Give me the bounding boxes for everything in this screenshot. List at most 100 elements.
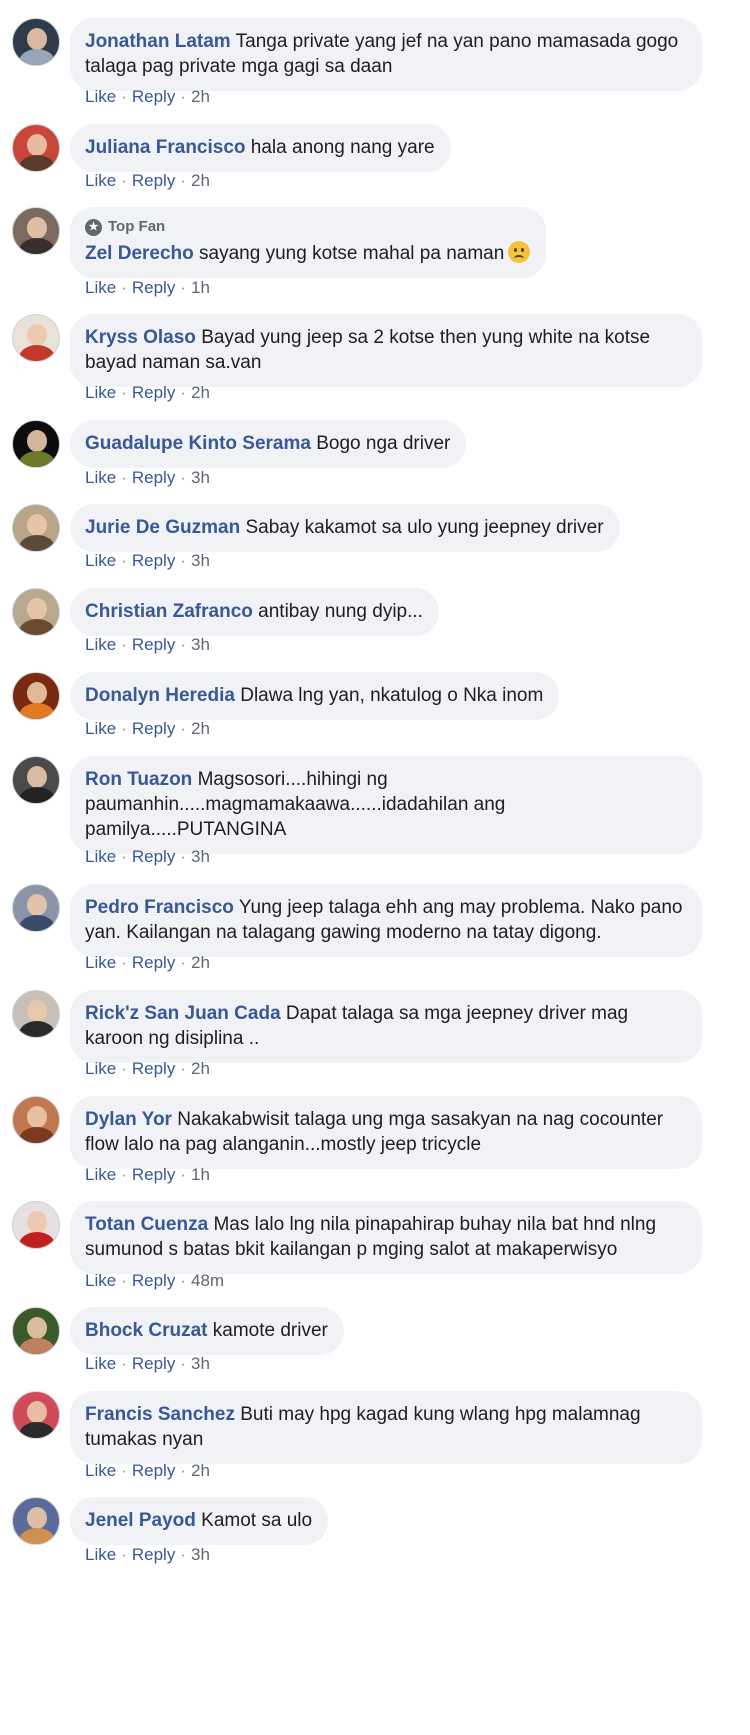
- like-button[interactable]: Like: [85, 1461, 116, 1480]
- avatar[interactable]: [12, 756, 60, 804]
- separator-dot: ·: [121, 1271, 127, 1290]
- comment-timestamp[interactable]: 2h: [191, 87, 210, 106]
- commenter-name[interactable]: Jonathan Latam: [85, 31, 231, 52]
- avatar-face: [27, 1401, 47, 1423]
- like-button[interactable]: Like: [85, 171, 116, 190]
- avatar[interactable]: [12, 124, 60, 172]
- commenter-name[interactable]: Rick'z San Juan Cada: [85, 1003, 281, 1024]
- comment-bubble: Guadalupe Kinto Serama Bogo nga driver: [70, 420, 467, 468]
- comment-timestamp[interactable]: 1h: [191, 1165, 210, 1184]
- reply-button[interactable]: Reply: [132, 1059, 175, 1078]
- like-button[interactable]: Like: [85, 1354, 116, 1373]
- separator-dot: ·: [180, 1271, 186, 1290]
- reply-button[interactable]: Reply: [132, 87, 175, 106]
- comment-actions: Like · Reply · 2h: [85, 1461, 210, 1481]
- commenter-name[interactable]: Ron Tuazon: [85, 769, 192, 790]
- comment-timestamp[interactable]: 2h: [191, 1461, 210, 1480]
- avatar[interactable]: [12, 1201, 60, 1249]
- avatar[interactable]: [12, 207, 60, 255]
- comment-timestamp[interactable]: 2h: [191, 1059, 210, 1078]
- like-button[interactable]: Like: [85, 87, 116, 106]
- star-icon: ★: [85, 218, 102, 236]
- commenter-name[interactable]: Christian Zafranco: [85, 601, 253, 622]
- reply-button[interactable]: Reply: [132, 1165, 175, 1184]
- reply-button[interactable]: Reply: [132, 278, 175, 297]
- comment-timestamp[interactable]: 1h: [191, 278, 210, 297]
- avatar[interactable]: [12, 1096, 60, 1144]
- avatar[interactable]: [12, 18, 60, 66]
- avatar[interactable]: [12, 588, 60, 636]
- commenter-name[interactable]: Jenel Payod: [85, 1510, 196, 1531]
- reply-button[interactable]: Reply: [132, 1354, 175, 1373]
- commenter-name[interactable]: Totan Cuenza: [85, 1214, 208, 1235]
- reply-button[interactable]: Reply: [132, 468, 175, 487]
- reply-button[interactable]: Reply: [132, 1545, 175, 1564]
- comment-timestamp[interactable]: 48m: [191, 1271, 224, 1290]
- commenter-name[interactable]: Juliana Francisco: [85, 137, 246, 158]
- reply-button[interactable]: Reply: [132, 953, 175, 972]
- top-fan-badge: ★ Top Fan: [85, 218, 530, 236]
- comment-timestamp[interactable]: 3h: [191, 1354, 210, 1373]
- reply-button[interactable]: Reply: [132, 383, 175, 402]
- avatar[interactable]: [12, 420, 60, 468]
- comment-actions: Like · Reply · 2h: [85, 171, 210, 191]
- reply-button[interactable]: Reply: [132, 847, 175, 866]
- avatar-body: [19, 49, 55, 65]
- commenter-name[interactable]: Guadalupe Kinto Serama: [85, 433, 311, 454]
- avatar[interactable]: [12, 672, 60, 720]
- comment-timestamp[interactable]: 2h: [191, 383, 210, 402]
- separator-dot: ·: [180, 551, 186, 570]
- comment-bubble: Kryss Olaso Bayad yung jeep sa 2 kotse t…: [70, 314, 702, 387]
- commenter-name[interactable]: Pedro Francisco: [85, 897, 234, 918]
- separator-dot: ·: [121, 953, 127, 972]
- like-button[interactable]: Like: [85, 1545, 116, 1564]
- reply-button[interactable]: Reply: [132, 719, 175, 738]
- commenter-name[interactable]: Donalyn Heredia: [85, 685, 235, 706]
- avatar[interactable]: [12, 1497, 60, 1545]
- comment-timestamp[interactable]: 3h: [191, 551, 210, 570]
- comment-timestamp[interactable]: 2h: [191, 719, 210, 738]
- comment-timestamp[interactable]: 2h: [191, 953, 210, 972]
- comment-timestamp[interactable]: 3h: [191, 1545, 210, 1564]
- reply-button[interactable]: Reply: [132, 1461, 175, 1480]
- like-button[interactable]: Like: [85, 635, 116, 654]
- comment-timestamp[interactable]: 3h: [191, 468, 210, 487]
- like-button[interactable]: Like: [85, 1059, 116, 1078]
- comment-text: Sabay kakamot sa ulo yung jeepney driver: [245, 517, 604, 538]
- commenter-name[interactable]: Zel Derecho: [85, 243, 194, 264]
- comment-text: sayang yung kotse mahal pa naman: [199, 243, 505, 264]
- avatar[interactable]: [12, 990, 60, 1038]
- reply-button[interactable]: Reply: [132, 1271, 175, 1290]
- comment-timestamp[interactable]: 3h: [191, 635, 210, 654]
- commenter-name[interactable]: Dylan Yor: [85, 1109, 172, 1130]
- avatar-face: [27, 1000, 47, 1022]
- like-button[interactable]: Like: [85, 278, 116, 297]
- reply-button[interactable]: Reply: [132, 551, 175, 570]
- commenter-name[interactable]: Kryss Olaso: [85, 327, 196, 348]
- avatar[interactable]: [12, 1307, 60, 1355]
- like-button[interactable]: Like: [85, 383, 116, 402]
- avatar[interactable]: [12, 314, 60, 362]
- commenter-name[interactable]: Jurie De Guzman: [85, 517, 240, 538]
- like-button[interactable]: Like: [85, 468, 116, 487]
- avatar[interactable]: [12, 504, 60, 552]
- avatar[interactable]: [12, 1391, 60, 1439]
- comment-timestamp[interactable]: 3h: [191, 847, 210, 866]
- reply-button[interactable]: Reply: [132, 635, 175, 654]
- commenter-name[interactable]: Bhock Cruzat: [85, 1320, 207, 1341]
- like-button[interactable]: Like: [85, 1165, 116, 1184]
- like-button[interactable]: Like: [85, 551, 116, 570]
- separator-dot: ·: [180, 1354, 186, 1373]
- like-button[interactable]: Like: [85, 1271, 116, 1290]
- reply-button[interactable]: Reply: [132, 171, 175, 190]
- comment-timestamp[interactable]: 2h: [191, 171, 210, 190]
- like-button[interactable]: Like: [85, 719, 116, 738]
- comment-bubble: Juliana Francisco hala anong nang yare: [70, 124, 451, 172]
- avatar-body: [19, 1127, 55, 1143]
- separator-dot: ·: [180, 635, 186, 654]
- avatar[interactable]: [12, 884, 60, 932]
- like-button[interactable]: Like: [85, 953, 116, 972]
- commenter-name[interactable]: Francis Sanchez: [85, 1404, 235, 1425]
- like-button[interactable]: Like: [85, 847, 116, 866]
- comment-bubble: Rick'z San Juan Cada Dapat talaga sa mga…: [70, 990, 702, 1063]
